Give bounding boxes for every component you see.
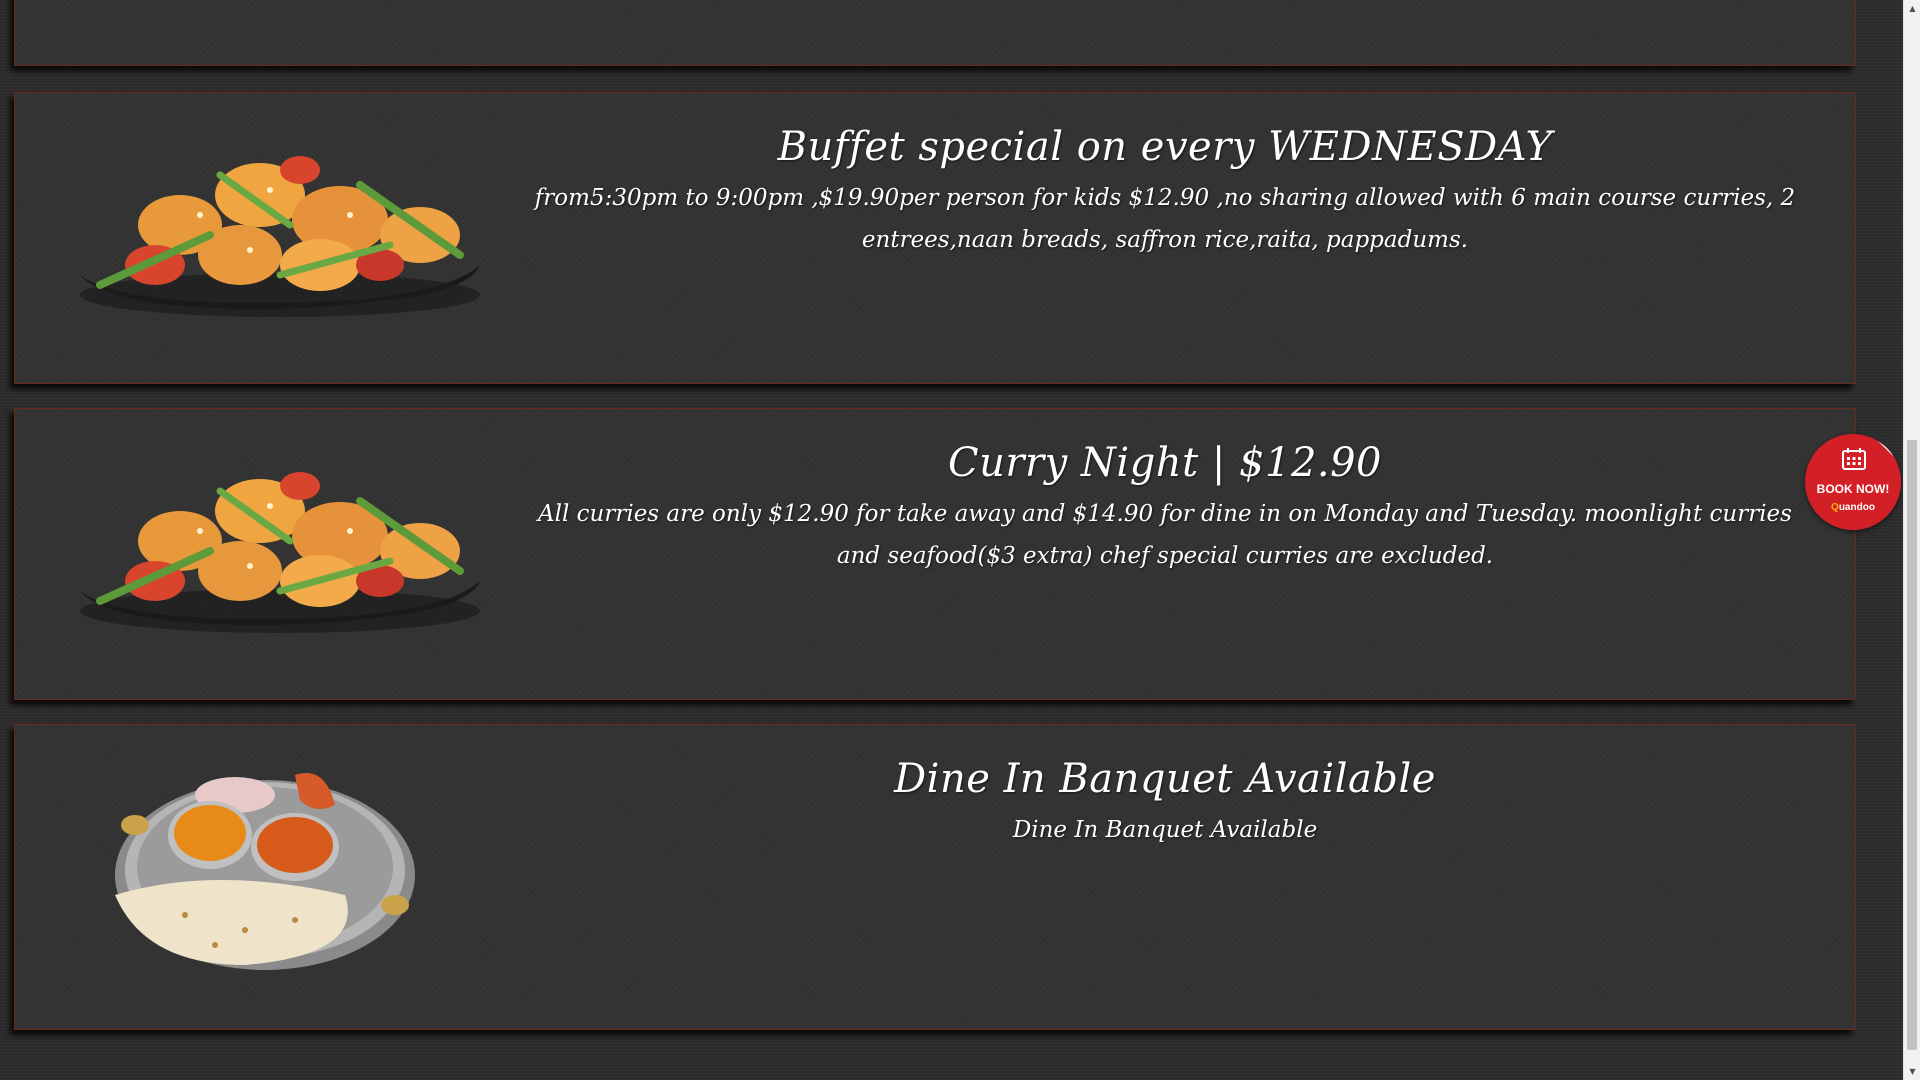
- promo-title: Dine In Banquet Available: [894, 756, 1436, 802]
- book-now-label: BOOK NOW!: [1816, 482, 1890, 496]
- scroll-down-arrow-icon[interactable]: ▼: [1904, 1063, 1920, 1080]
- promo-description: Dine In Banquet Available: [1012, 817, 1318, 843]
- quandoo-logo: Quandoo: [1831, 502, 1875, 513]
- curry-platter-image: [95, 755, 435, 985]
- promo-text: Curry Night | $12.90 All curries are onl…: [525, 437, 1805, 577]
- promo-text: Dine In Banquet Available Dine In Banque…: [525, 753, 1805, 851]
- promo-title: Buffet special on every WEDNESDAY: [777, 124, 1553, 170]
- vertical-scrollbar[interactable]: ▲ ▼: [1903, 0, 1920, 1080]
- promo-panel-banquet: Dine In Banquet Available Dine In Banque…: [14, 724, 1856, 1030]
- promo-title: Curry Night | $12.90: [947, 440, 1383, 486]
- book-now-button[interactable]: BOOK NOW! Quandoo: [1805, 434, 1901, 530]
- scroll-up-arrow-icon[interactable]: ▲: [1904, 0, 1920, 17]
- promo-text: Buffet special on every WEDNESDAY from5:…: [525, 121, 1805, 261]
- promo-panel-curry-night: Curry Night | $12.90 All curries are onl…: [14, 408, 1856, 700]
- promo-description: from5:30pm to 9:00pm ,$19.90per person f…: [534, 185, 1796, 253]
- scrollbar-thumb[interactable]: [1907, 440, 1917, 1050]
- page-fold-decoration: [1871, 434, 1901, 464]
- shrimp-dish-image: [60, 431, 490, 651]
- promo-panel-buffet: Buffet special on every WEDNESDAY from5:…: [14, 92, 1856, 384]
- calendar-icon: [1842, 448, 1866, 470]
- shrimp-dish-image: [60, 115, 490, 335]
- promo-description: All curries are only $12.90 for take awa…: [538, 501, 1792, 569]
- promo-panel-partial: [14, 0, 1856, 66]
